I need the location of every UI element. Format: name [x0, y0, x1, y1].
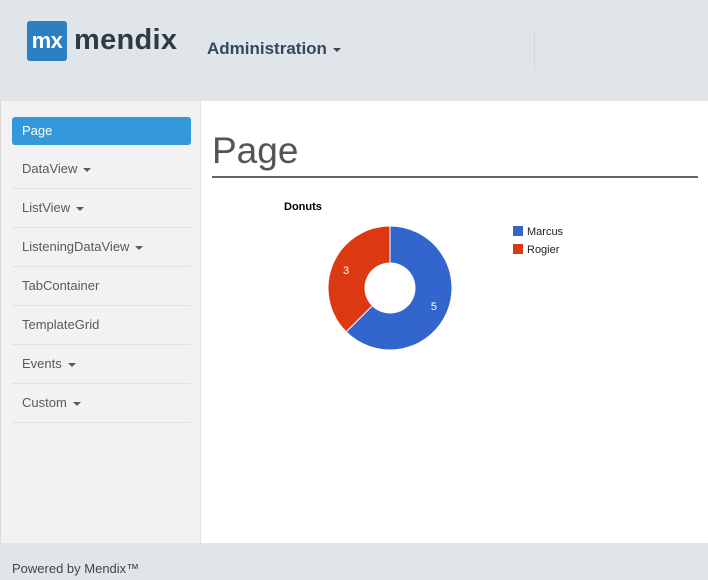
legend-swatch [513, 244, 523, 254]
legend-item: Rogier [513, 244, 559, 256]
legend-swatch [513, 226, 523, 236]
legend-label: Rogier [527, 244, 560, 256]
donut-chart: 53 [327, 225, 453, 351]
legend-item: Marcus [513, 226, 563, 238]
footer-text: Powered by Mendix™ [12, 561, 140, 576]
donut-slice-label: 3 [343, 265, 349, 277]
footer: Powered by Mendix™ [0, 543, 708, 580]
donut-slice-label: 5 [431, 301, 437, 313]
legend-label: Marcus [527, 226, 564, 238]
